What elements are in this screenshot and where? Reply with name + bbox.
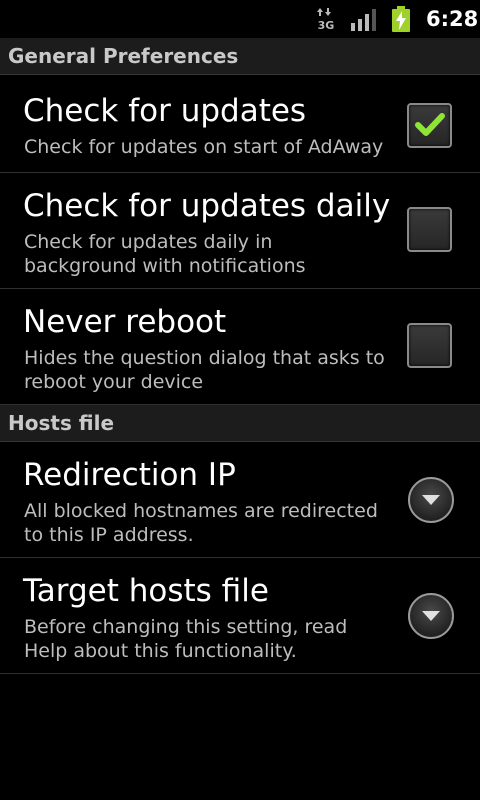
category-general-preferences: General Preferences: [0, 38, 480, 75]
pref-summary: Check for updates daily in background wi…: [24, 231, 306, 277]
pref-title: Redirection IP: [23, 457, 236, 493]
pref-summary: Before changing this setting, read Help …: [24, 616, 348, 662]
battery-charging-icon: [392, 6, 410, 32]
never-reboot-checkbox[interactable]: [407, 323, 452, 368]
chevron-down-icon: [422, 611, 440, 621]
pref-title: Target hosts file: [23, 573, 269, 609]
empty-area: [0, 674, 480, 798]
pref-summary: Check for updates on start of AdAway: [24, 136, 384, 158]
check-mark-icon: [415, 113, 445, 136]
pref-summary: Hides the question dialog that asks to r…: [24, 347, 385, 393]
target-hosts-file-dropdown[interactable]: [408, 593, 454, 639]
pref-redirection-ip[interactable]: Redirection IP All blocked hostnames are…: [0, 442, 480, 558]
clock: 6:28: [426, 7, 479, 31]
pref-title: Check for updates daily: [23, 188, 391, 224]
signal-icon: [351, 9, 376, 31]
chevron-down-icon: [422, 495, 440, 505]
redirection-ip-dropdown[interactable]: [408, 477, 454, 523]
pref-summary: All blocked hostnames are redirected to …: [24, 500, 378, 546]
data-transfer-icon: 3G: [317, 8, 335, 31]
pref-title: Never reboot: [23, 304, 227, 340]
category-hosts-file: Hosts file: [0, 405, 480, 442]
check-for-updates-checkbox[interactable]: [407, 103, 452, 148]
preference-list: General Preferences Check for updates Ch…: [0, 38, 480, 798]
pref-check-for-updates[interactable]: Check for updates Check for updates on s…: [0, 75, 480, 173]
check-for-updates-daily-checkbox[interactable]: [407, 207, 452, 252]
pref-never-reboot[interactable]: Never reboot Hides the question dialog t…: [0, 289, 480, 405]
pref-target-hosts-file[interactable]: Target hosts file Before changing this s…: [0, 558, 480, 674]
pref-title: Check for updates: [23, 93, 307, 129]
pref-check-for-updates-daily[interactable]: Check for updates daily Check for update…: [0, 173, 480, 289]
status-bar: 3G 6:28: [0, 0, 480, 38]
network-type-label: 3G: [318, 19, 335, 31]
